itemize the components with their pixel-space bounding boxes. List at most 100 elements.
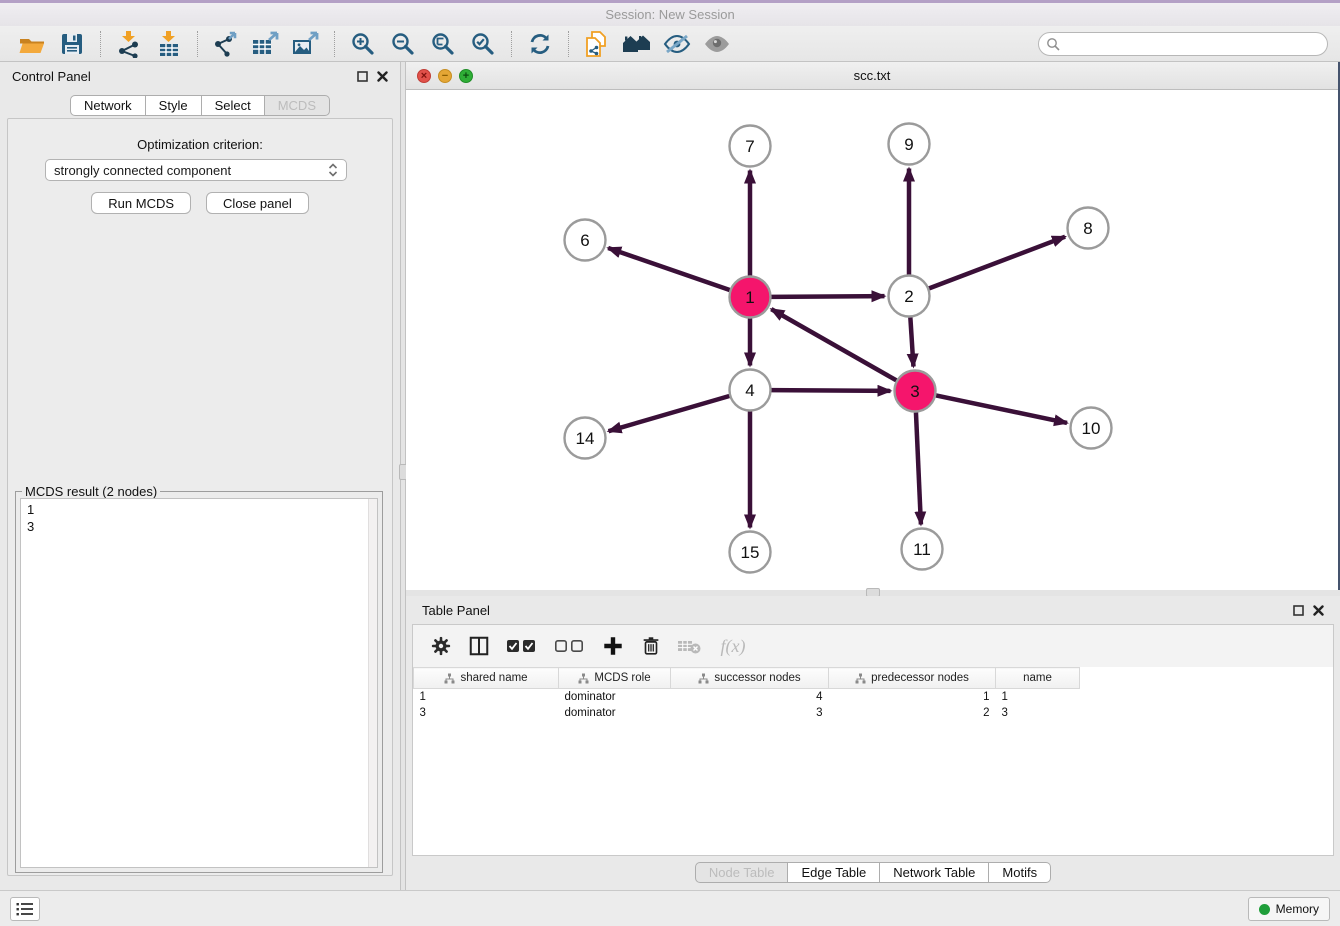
table-cell: dominator <box>559 689 671 705</box>
duplicate-network-icon <box>583 30 611 58</box>
toolbar-separator <box>100 31 101 57</box>
graph-edge-3-10[interactable] <box>936 395 1067 423</box>
deselect-all-button[interactable] <box>553 634 587 658</box>
column-header-mcds-role[interactable]: MCDS role <box>559 668 671 689</box>
toolbar-separator <box>511 31 512 57</box>
export-image-button[interactable] <box>286 29 326 59</box>
import-table-button[interactable] <box>149 29 189 59</box>
delete-button[interactable] <box>639 634 663 658</box>
tab-node-table[interactable]: Node Table <box>695 862 789 883</box>
tab-network-table[interactable]: Network Table <box>880 862 989 883</box>
export-table-icon <box>251 30 281 58</box>
network-window-titlebar[interactable]: × − + scc.txt <box>406 62 1338 90</box>
column-header-successor-nodes[interactable]: successor nodes <box>671 668 829 689</box>
window-maximize-button[interactable]: + <box>459 69 473 83</box>
application-window: Session: New Session <box>0 0 1340 926</box>
tab-edge-table[interactable]: Edge Table <box>788 862 880 883</box>
close-panel-icon[interactable] <box>1313 605 1324 616</box>
network-canvas[interactable]: 1234678910111415 <box>406 90 1338 589</box>
table-cell: 3 <box>671 705 829 721</box>
run-mcds-button[interactable]: Run MCDS <box>91 192 191 214</box>
optimization-criterion-label: Optimization criterion: <box>8 137 392 152</box>
mcds-result-items: 1 3 <box>21 499 377 537</box>
show-eye-button[interactable] <box>697 29 737 59</box>
save-session-icon <box>59 31 85 57</box>
delete-table-button[interactable] <box>677 634 701 658</box>
zoom-selected-button[interactable] <box>463 29 503 59</box>
control-panel-tabs: Network Style Select MCDS <box>0 90 400 116</box>
close-panel-icon[interactable] <box>377 71 388 82</box>
column-header-name[interactable]: name <box>996 668 1080 689</box>
zoom-in-button[interactable] <box>343 29 383 59</box>
tab-style[interactable]: Style <box>146 95 202 116</box>
graph-edge-2-8[interactable] <box>929 237 1065 289</box>
graph-node-label-6: 6 <box>580 231 589 250</box>
memory-button[interactable]: Memory <box>1248 897 1330 921</box>
zoom-fit-button[interactable] <box>423 29 463 59</box>
refresh-button[interactable] <box>520 29 560 59</box>
graph-edge-1-6[interactable] <box>608 248 730 290</box>
export-network-button[interactable] <box>206 29 246 59</box>
deselect-all-icon <box>554 638 586 654</box>
graph-edge-4-14[interactable] <box>609 396 730 431</box>
function-builder-button[interactable]: f(x) <box>715 634 751 658</box>
window-minimize-button[interactable]: − <box>438 69 452 83</box>
search-icon <box>1046 37 1061 52</box>
tab-network[interactable]: Network <box>70 95 146 116</box>
add-column-button[interactable] <box>601 634 625 658</box>
mcds-result-list[interactable]: 1 3 <box>20 498 378 868</box>
trash-icon <box>640 635 662 657</box>
home-button[interactable] <box>617 29 657 59</box>
search-input[interactable] <box>1038 32 1328 56</box>
duplicate-network-button[interactable] <box>577 29 617 59</box>
toolbar-separator <box>568 31 569 57</box>
gear-button[interactable] <box>429 634 453 658</box>
mcds-tab-content: Optimization criterion: strongly connect… <box>7 118 393 876</box>
import-network-button[interactable] <box>109 29 149 59</box>
chevron-up-down-icon <box>328 163 338 177</box>
table-cell: 4 <box>671 689 829 705</box>
column-layout-button[interactable] <box>467 634 491 658</box>
hierarchy-icon <box>698 673 709 684</box>
table-toolbar: f(x) <box>413 625 1333 667</box>
save-session-button[interactable] <box>52 29 92 59</box>
graph-edge-3-1[interactable] <box>771 309 896 380</box>
table-row[interactable]: 1dominator411 <box>414 689 1080 705</box>
export-table-button[interactable] <box>246 29 286 59</box>
graph-edge-3-11[interactable] <box>916 412 921 524</box>
export-network-icon <box>212 30 240 58</box>
column-header-shared-name[interactable]: shared name <box>414 668 559 689</box>
graph-edge-2-3[interactable] <box>910 317 913 366</box>
select-all-button[interactable] <box>505 634 539 658</box>
graph-edge-1-2[interactable] <box>771 296 884 297</box>
zoom-out-button[interactable] <box>383 29 423 59</box>
list-icon <box>16 902 34 916</box>
hide-eye-button[interactable] <box>657 29 697 59</box>
result-scrollbar[interactable] <box>368 499 377 867</box>
open-session-button[interactable] <box>12 29 52 59</box>
window-close-button[interactable]: × <box>417 69 431 83</box>
tab-select[interactable]: Select <box>202 95 265 116</box>
task-history-button[interactable] <box>10 897 40 921</box>
float-panel-icon[interactable] <box>1293 605 1304 616</box>
table-row[interactable]: 3dominator323 <box>414 705 1080 721</box>
function-builder-icon: f(x) <box>721 636 746 657</box>
close-panel-button[interactable]: Close panel <box>206 192 309 214</box>
zoom-in-icon <box>350 31 376 57</box>
criterion-dropdown[interactable]: strongly connected component <box>45 159 347 181</box>
graph-node-label-11: 11 <box>913 540 931 559</box>
hierarchy-icon <box>578 673 589 684</box>
graph-node-label-9: 9 <box>904 135 913 154</box>
network-graph: 1234678910111415 <box>406 90 1338 589</box>
graph-edge-4-3[interactable] <box>771 390 890 391</box>
tab-mcds[interactable]: MCDS <box>265 95 330 116</box>
graph-node-label-4: 4 <box>745 381 754 400</box>
home-icon <box>622 31 652 57</box>
table-cell: 3 <box>996 705 1080 721</box>
control-panel-title: Control Panel <box>12 69 91 84</box>
float-panel-icon[interactable] <box>357 71 368 82</box>
status-bar: Memory <box>0 890 1340 926</box>
tab-motifs[interactable]: Motifs <box>989 862 1051 883</box>
zoom-fit-icon <box>430 31 456 57</box>
column-header-predecessor-nodes[interactable]: predecessor nodes <box>829 668 996 689</box>
